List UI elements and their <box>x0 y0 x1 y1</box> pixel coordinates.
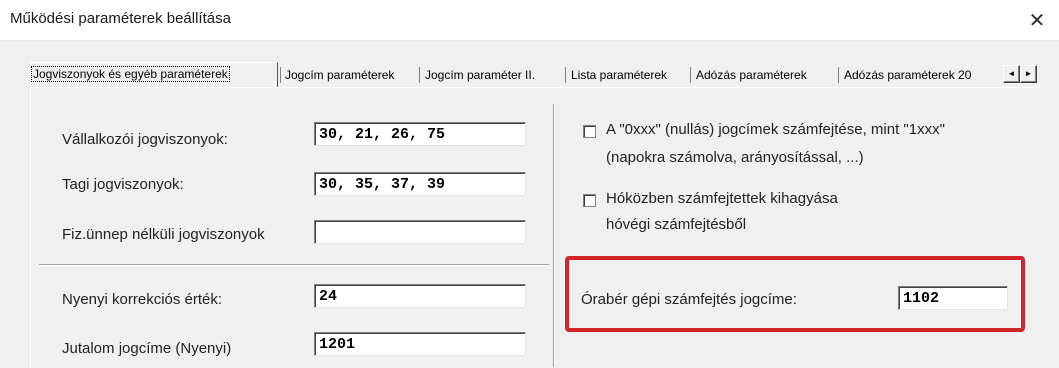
tab-jogcim-parameter-ii[interactable]: Jogcím paraméter II. <box>425 64 535 86</box>
jutalom-label: Jutalom jogcíme (Nyenyi) <box>62 340 232 357</box>
hokozben-label-2: hóvégi számfejtésből <box>606 216 747 233</box>
nullas-jogcim-checkbox[interactable] <box>583 125 596 138</box>
nullas-jogcim-label-2: (napokra számolva, arányosítással, ...) <box>606 149 864 166</box>
nyenyi-korr-label: Nyenyi korrekciós érték: <box>62 291 223 308</box>
left-divider <box>39 264 549 266</box>
tab-adozas-parameterek-20[interactable]: Adózás paraméterek 20 <box>844 64 1002 86</box>
highlight-box <box>565 256 1025 332</box>
tagi-label: Tagi jogviszonyok: <box>62 176 184 193</box>
tab-scroll-right-icon[interactable]: ► <box>1020 65 1037 83</box>
nullas-jogcim-label: A "0xxx" (nullás) jogcímek számfejtése, … <box>606 121 945 138</box>
tab-separator <box>280 67 281 83</box>
column-divider <box>553 104 555 367</box>
window-title: Működési paraméterek beállítása <box>10 10 231 27</box>
title-divider <box>0 40 1059 41</box>
tab-label: Jogviszonyok és egyéb paraméterek <box>31 66 230 82</box>
vallalkozoi-field[interactable]: 30, 21, 26, 75 <box>314 122 526 146</box>
hokozben-checkbox[interactable] <box>583 194 596 207</box>
tab-separator <box>838 67 839 83</box>
tab-separator <box>565 67 566 83</box>
fiz-unnep-field[interactable] <box>314 220 526 244</box>
nyenyi-korr-field[interactable]: 24 <box>314 284 526 308</box>
close-icon[interactable]: ✕ <box>1023 6 1051 34</box>
hokozben-label: Hóközben számfejtettek kihagyása <box>606 190 838 207</box>
tab-adozas-parameterek[interactable]: Adózás paraméterek <box>696 64 807 86</box>
tab-lista-parameterek[interactable]: Lista paraméterek <box>571 64 667 86</box>
tagi-field[interactable]: 30, 35, 37, 39 <box>314 172 526 196</box>
vallalkozoi-label: Vállalkozói jogviszonyok: <box>62 131 228 148</box>
jutalom-field[interactable]: 1201 <box>314 332 526 356</box>
tab-jogviszonyok[interactable]: Jogviszonyok és egyéb paraméterek <box>30 62 278 87</box>
tab-separator <box>690 67 691 83</box>
fiz-unnep-label: Fiz.ünnep nélküli jogviszonyok <box>62 226 265 243</box>
tab-separator <box>419 67 420 83</box>
tab-jogcim-parameterek[interactable]: Jogcím paraméterek <box>285 64 394 86</box>
title-bar: Működési paraméterek beállítása ✕ <box>0 0 1059 40</box>
tab-scroll-left-icon[interactable]: ◄ <box>1003 65 1020 83</box>
tab-strip: Jogviszonyok és egyéb paraméterek Jogcím… <box>30 62 1040 88</box>
